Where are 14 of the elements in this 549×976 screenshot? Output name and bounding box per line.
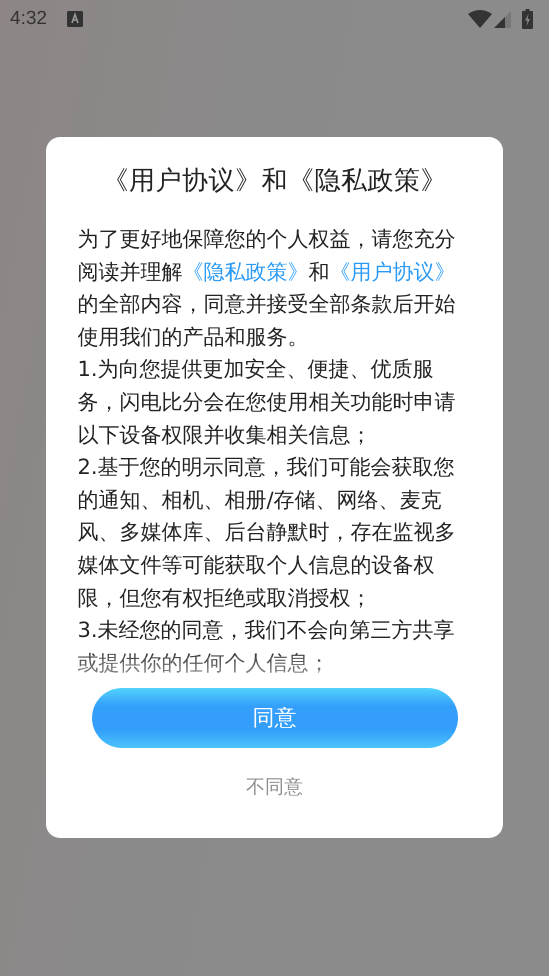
signal-icon xyxy=(494,10,511,28)
policy-link[interactable]: 《用户协议》 xyxy=(330,260,456,284)
paragraph: 2.基于您的明示同意，我们可能会获取您的通知、相机、相册/存储、网络、麦克风、多媒体库、后台静默时，存在监视多媒体文件等可能获取个人信息的设备权限，但您有权拒绝或取消授权； xyxy=(78,454,456,612)
agree-button[interactable]: 同意 xyxy=(92,688,458,748)
keyboard-icon xyxy=(66,11,83,27)
paragraph: 3.未经您的同意，我们不会向第三方共享或提供你的任何个人信息； xyxy=(78,617,456,677)
policy-link[interactable]: 《隐私政策》 xyxy=(182,260,308,284)
paragraph: 1.为向您提供更加安全、便捷、优质服务，闪电比分会在您使用相关功能时申请以下设备权限并收集相关信息； xyxy=(78,356,456,449)
battery-icon xyxy=(522,9,533,29)
dialog-title: 《用户协议》和《隐私政策》 xyxy=(102,165,447,198)
wifi-icon xyxy=(468,10,492,28)
status-time: 4:32 xyxy=(10,8,47,30)
disagree-button[interactable]: 不同意 xyxy=(242,770,307,804)
paragraph: 为了更好地保障您的个人权益，请您充分阅读并理解《隐私政策》和《用户协议》 的全部内容，同意并接受全部条款后开始使用我们的产品和服务。 xyxy=(78,226,456,351)
